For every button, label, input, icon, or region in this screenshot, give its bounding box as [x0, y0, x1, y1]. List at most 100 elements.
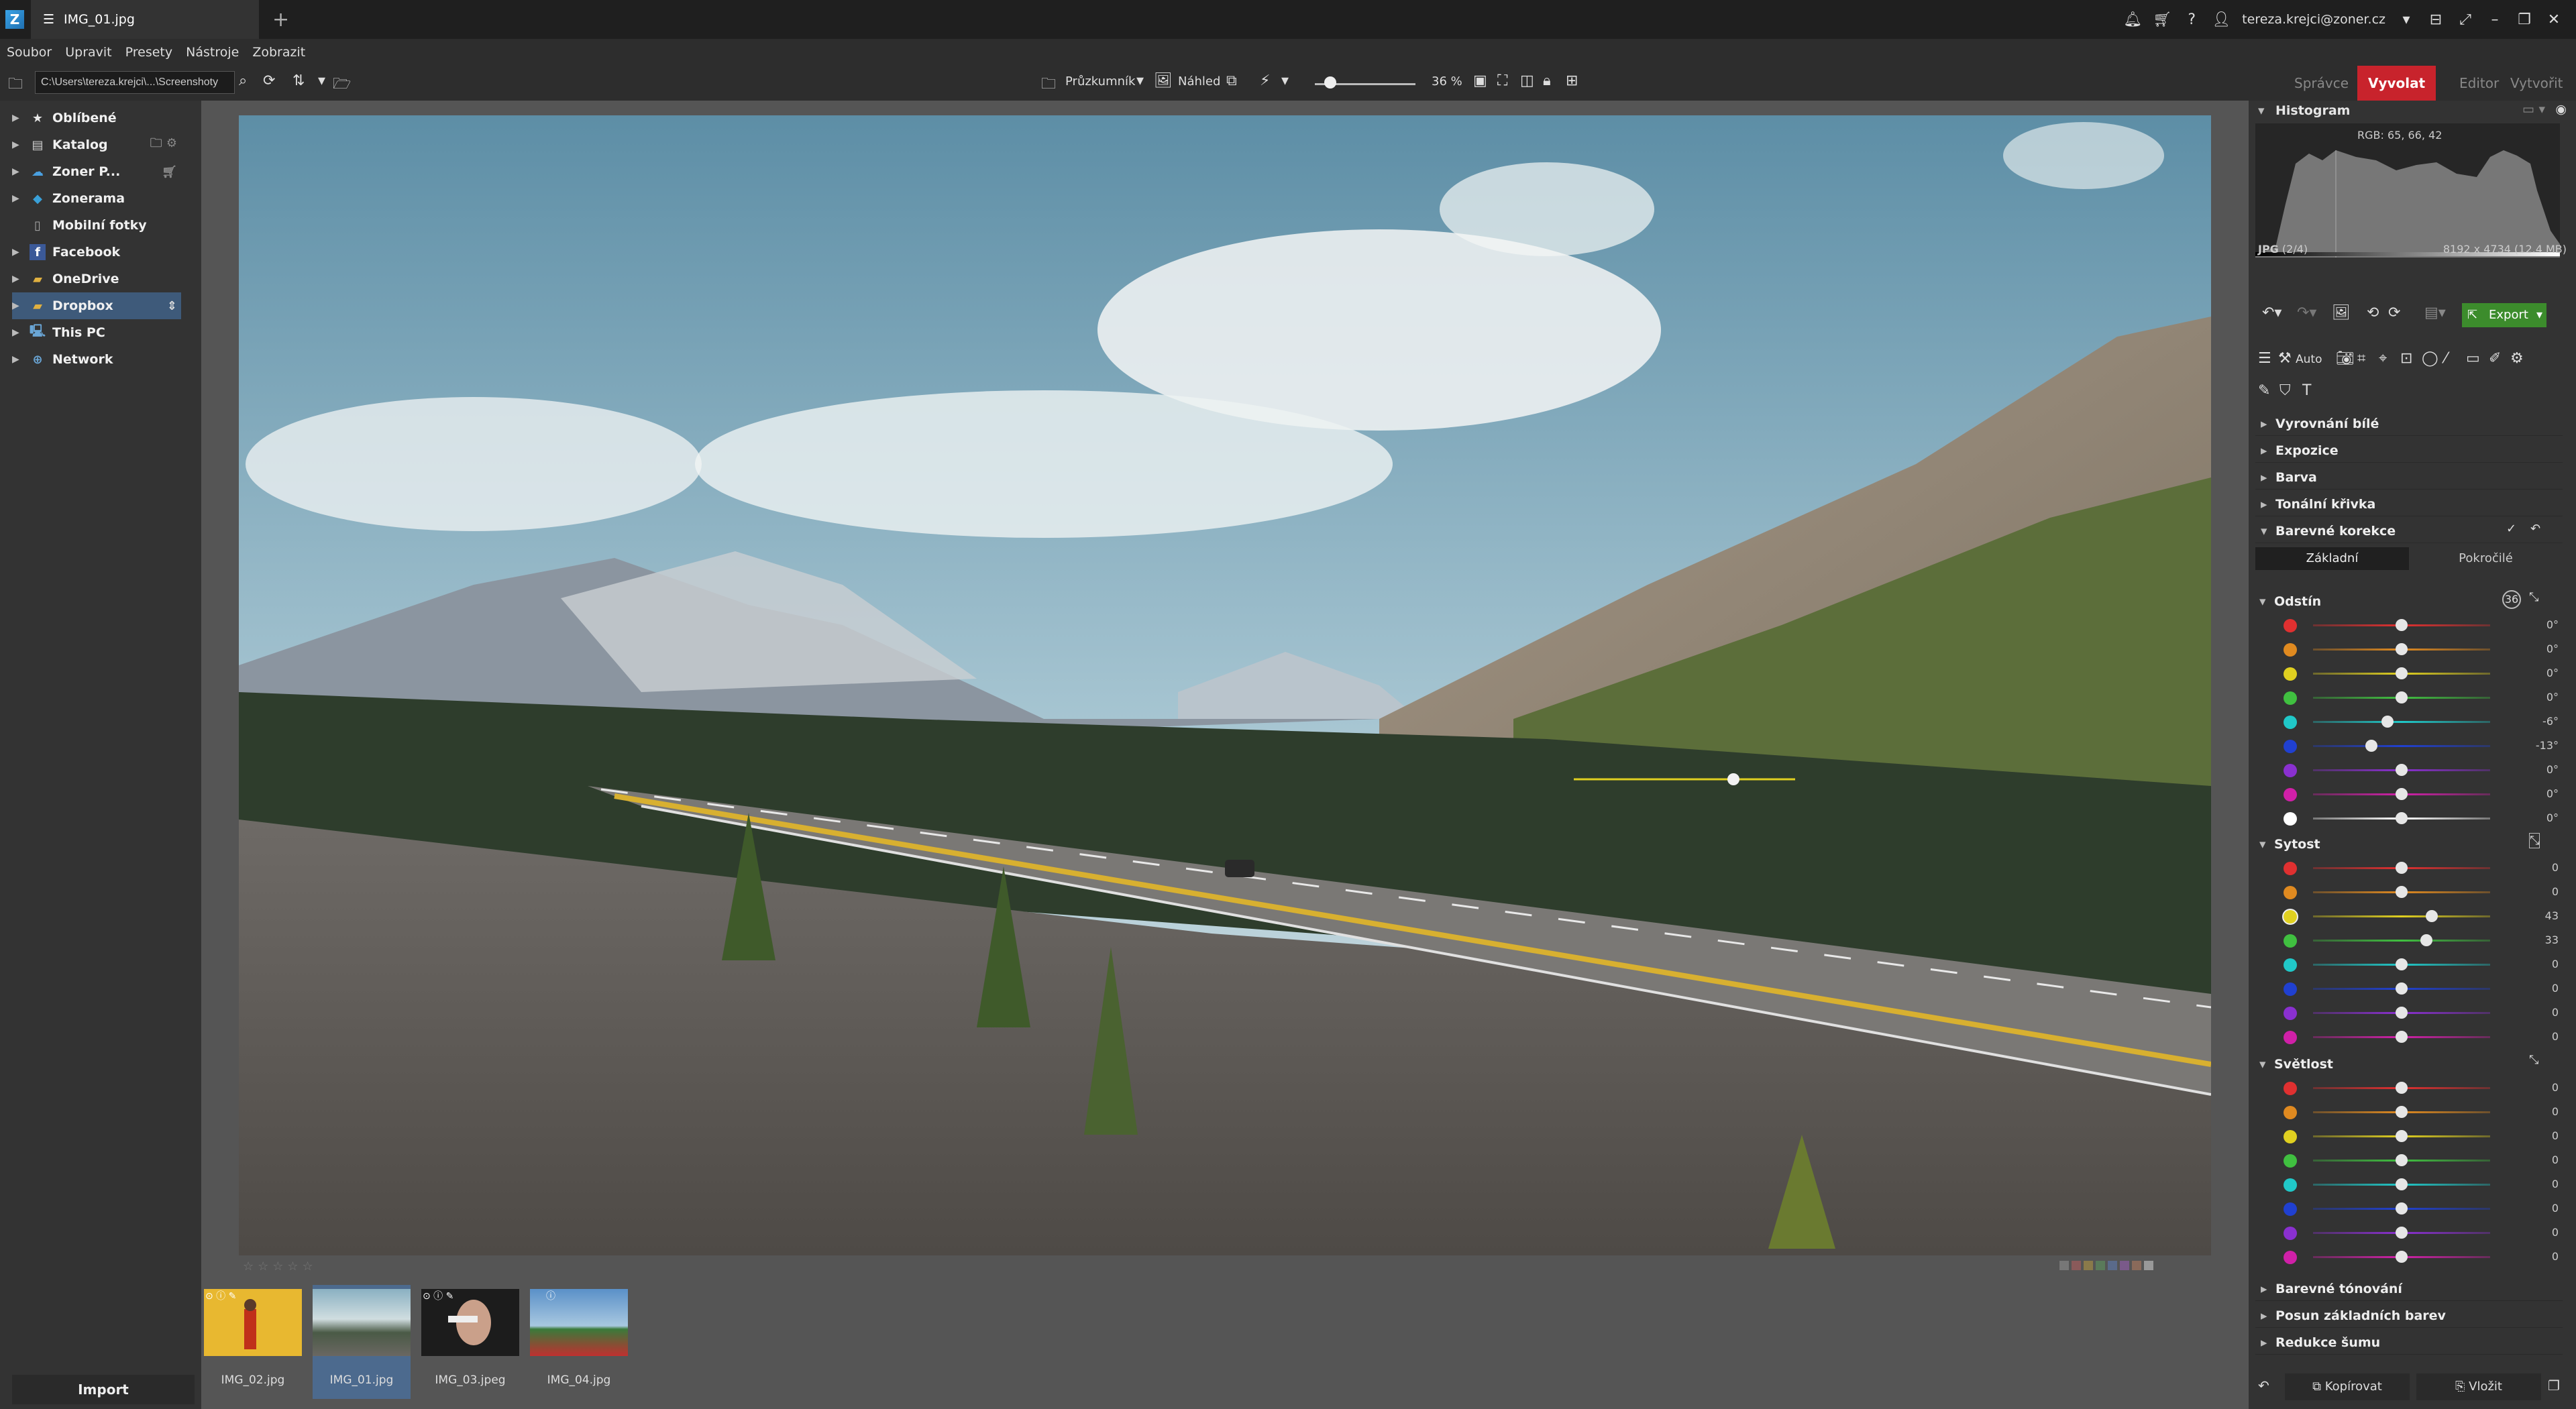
new-tab-button[interactable]: + — [272, 8, 289, 32]
chevron-down-icon[interactable]: ▾ — [1136, 72, 1144, 89]
paste-button[interactable]: ⎘ Vložit — [2416, 1373, 2541, 1400]
hue-slider-row[interactable]: 0° — [2249, 685, 2576, 710]
photo-preview[interactable] — [239, 115, 2211, 1255]
slider-handle[interactable] — [2365, 740, 2378, 752]
lightness-slider-row[interactable]: 0 — [2249, 1196, 2576, 1221]
saturation-slider-row[interactable]: 0 — [2249, 1025, 2576, 1049]
menu-view[interactable]: Zobrazit — [252, 45, 305, 60]
nav-item-zonerama[interactable]: ▶ ◆ Zonerama — [12, 185, 181, 212]
color-tags[interactable] — [2059, 1261, 2153, 1270]
saturation-slider-row[interactable]: 0 — [2249, 952, 2576, 976]
slider-handle[interactable] — [2396, 1251, 2408, 1263]
menu-edit[interactable]: Upravit — [65, 45, 111, 60]
zoom-slider-handle[interactable] — [1324, 76, 1336, 89]
original-icon[interactable]: 🖼︎ — [2332, 304, 2351, 321]
navigator-icon[interactable]: ⊞ — [1566, 72, 1578, 89]
slider-handle[interactable] — [2396, 764, 2408, 776]
lightness-slider-row[interactable]: 0 — [2249, 1100, 2576, 1124]
slider-track[interactable] — [2313, 721, 2490, 723]
explorer-button[interactable]: Průzkumník — [1065, 74, 1135, 89]
hue-slider-row[interactable]: 0° — [2249, 637, 2576, 661]
saturation-group-header[interactable]: Sytost — [2259, 834, 2563, 854]
filmstrip-thumb[interactable]: ⊙ ⓘ ✎ IMG_02.jpg — [204, 1285, 302, 1399]
auto-button[interactable]: Auto — [2296, 353, 2322, 366]
chevron-down-icon[interactable]: ▾ — [1281, 72, 1289, 89]
reorder-icon[interactable]: ⇕ — [167, 299, 177, 313]
folder-icon[interactable]: 🗀︎ — [8, 72, 23, 98]
target-picker-icon[interactable]: ⤡ — [2529, 833, 2540, 848]
tab-manager[interactable]: Správce — [2284, 66, 2359, 101]
expand-arrow-icon[interactable]: ▶ — [12, 113, 25, 123]
help-icon[interactable]: ? — [2183, 11, 2200, 28]
reset-icon[interactable]: ↶ — [2530, 522, 2540, 536]
gradient-icon[interactable]: ▭ — [2466, 350, 2480, 367]
filmstrip-thumb[interactable]: ⊙ ⓘ ✎ IMG_03.jpeg — [421, 1285, 519, 1399]
lock-icon[interactable]: 🔒︎ — [1543, 72, 1551, 89]
slider-handle[interactable] — [2396, 619, 2408, 631]
restore-icon[interactable]: ❐ — [2516, 11, 2533, 28]
360-view-icon[interactable]: 36 — [2502, 590, 2521, 609]
section-color-toning[interactable]: Barevné tónování — [2255, 1277, 2563, 1301]
path-input[interactable]: C:\Users\tereza.krejci\...\Screenshoty — [35, 71, 235, 94]
cart-icon[interactable]: 🛒︎ — [2153, 11, 2171, 28]
camera-icon[interactable]: 📷︎ — [2336, 350, 2355, 367]
rating-stars[interactable]: ☆☆☆☆☆ — [243, 1259, 317, 1274]
section-color[interactable]: Barva — [2255, 465, 2563, 490]
section-color-correction[interactable]: Barevné korekce — [2255, 519, 2563, 543]
target-picker-icon[interactable]: ⤡ — [2529, 1053, 2538, 1067]
external-open-icon[interactable]: ⧉ — [1226, 72, 1237, 89]
target-picker-icon[interactable]: ⤡ — [2529, 590, 2538, 604]
radial-filter-icon[interactable]: ◯ — [2422, 350, 2438, 367]
menu-file[interactable]: Soubor — [7, 45, 52, 60]
hue-slider-row[interactable]: 0° — [2249, 782, 2576, 806]
minimize-icon[interactable]: – — [2486, 11, 2504, 28]
expand-arrow-icon[interactable]: ▶ — [12, 354, 25, 365]
chevron-down-icon[interactable]: ▾ — [2398, 11, 2415, 28]
slider-handle[interactable] — [2396, 1178, 2408, 1190]
section-noise-reduction[interactable]: Redukce šumu — [2255, 1331, 2563, 1355]
saturation-slider-row[interactable]: 33 — [2249, 928, 2576, 952]
slider-handle[interactable] — [2396, 886, 2408, 898]
chevron-down-icon[interactable]: ▾ — [318, 72, 325, 89]
expand-arrow-icon[interactable]: ▶ — [12, 300, 25, 311]
expand-arrow-icon[interactable]: ▶ — [12, 274, 25, 284]
saturation-slider-row[interactable]: 0 — [2249, 1001, 2576, 1025]
slider-handle[interactable] — [2396, 788, 2408, 800]
nav-item-dropbox[interactable]: ▶ ▰ Dropbox ⇕ — [12, 292, 181, 319]
slider-handle[interactable] — [2396, 1130, 2408, 1142]
section-white-balance[interactable]: Vyrovnání bílé — [2255, 412, 2563, 436]
nav-item-network[interactable]: ▶ ⊕ Network — [12, 346, 181, 373]
user-account[interactable]: tereza.krejci@zoner.cz — [2242, 12, 2385, 27]
stamp-icon[interactable]: ⛉ — [2279, 382, 2291, 399]
chevron-down-icon[interactable]: ▾ — [2536, 303, 2542, 327]
export-button[interactable]: ⇱ Export ▾ — [2462, 303, 2546, 327]
import-button[interactable]: Import — [12, 1375, 195, 1404]
actual-size-icon[interactable]: ▣ — [1473, 72, 1487, 89]
sort-icon[interactable]: ⇅ — [292, 72, 305, 89]
pen-icon[interactable]: ✎ — [2258, 382, 2270, 399]
compare-icon[interactable]: ◫ — [1520, 72, 1534, 89]
nav-item-this-pc[interactable]: ▶ 🖳︎ This PC — [12, 319, 181, 346]
catalog-settings-icon[interactable]: 🗀︎ ⚙︎ — [150, 135, 177, 155]
menu-presets[interactable]: Presety — [125, 45, 173, 60]
copy-settings-icon[interactable]: ❐ — [2548, 1377, 2560, 1394]
slider-track[interactable] — [2313, 915, 2490, 917]
saturation-slider-row[interactable]: 43 — [2249, 904, 2576, 928]
saturation-slider-row[interactable]: 0 — [2249, 880, 2576, 904]
hue-slider-row[interactable]: -13° — [2249, 734, 2576, 758]
search-icon[interactable]: ⌕ — [239, 72, 247, 89]
notifications-icon[interactable]: 🔔︎ — [2123, 11, 2142, 28]
histogram-options-icon[interactable]: ▭ ▾ — [2522, 102, 2545, 117]
menu-tools[interactable]: Nástroje — [186, 45, 239, 60]
nav-item-onedrive[interactable]: ▶ ▰ OneDrive — [12, 266, 181, 292]
slider-handle[interactable] — [2396, 1202, 2408, 1215]
histogram-header[interactable]: ▾ Histogram ▭ ▾ ◉ — [2249, 101, 2576, 122]
healing-icon[interactable]: ✐ — [2489, 350, 2501, 367]
filmstrip-thumb-selected[interactable]: IMG_01.jpg — [313, 1285, 411, 1399]
undo-icon[interactable]: ↶▾ — [2262, 304, 2282, 321]
slider-handle[interactable] — [2396, 958, 2408, 970]
crop-icon[interactable]: ⌗ — [2357, 350, 2365, 367]
lightness-slider-row[interactable]: 0 — [2249, 1076, 2576, 1100]
adjustments-icon[interactable]: ☰ — [2258, 350, 2271, 367]
nav-item-zoner-cloud[interactable]: ▶ ☁︎ Zoner P... 🛒︎ — [12, 158, 181, 185]
